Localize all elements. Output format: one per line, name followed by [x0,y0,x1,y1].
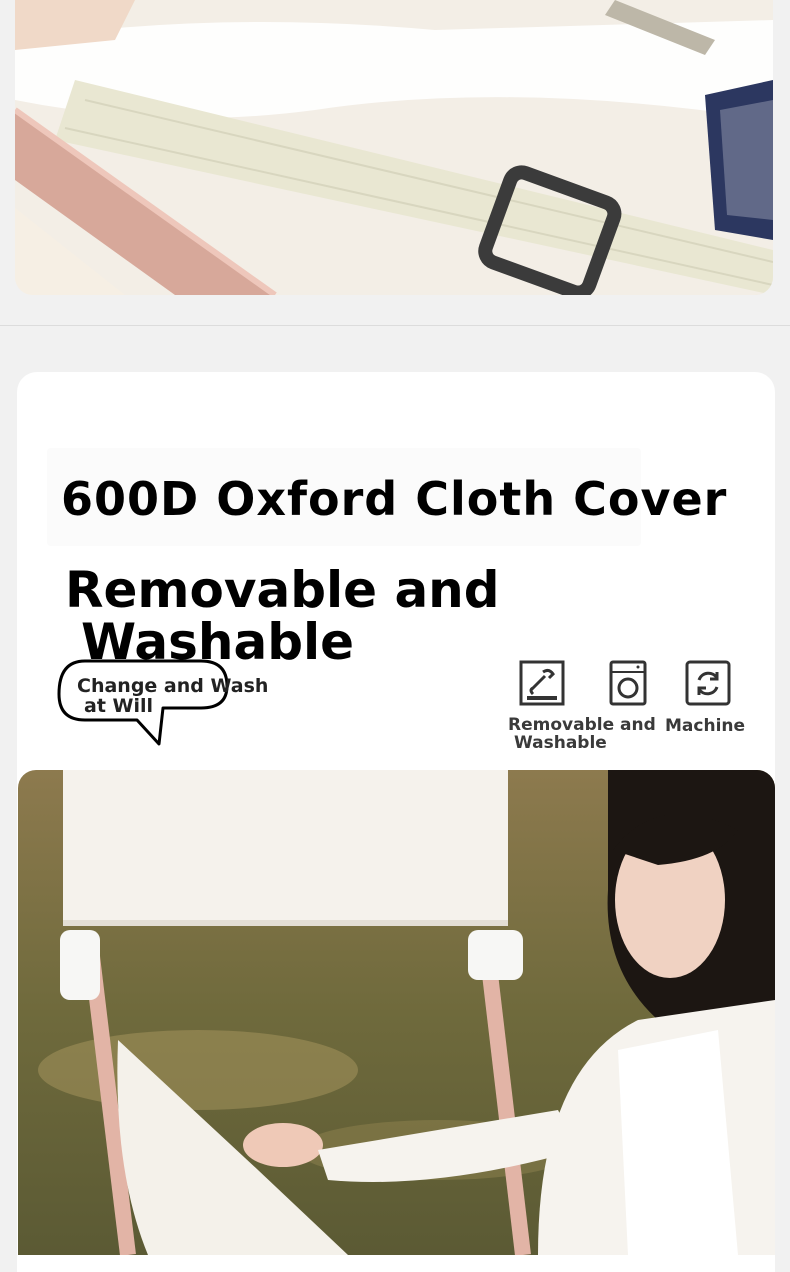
top-product-photo [15,0,773,295]
callout-line2: at Will [84,695,154,717]
section-divider [0,325,790,326]
feature-subtitle: Removable and Washable [65,564,525,668]
detachable-icon [519,660,565,706]
lifestyle-photo [18,770,775,1255]
feature-label-line2: Washable [514,733,607,753]
page-title: 600D Oxford Cloth Cover [61,472,728,526]
washing-machine-icon [609,660,647,706]
callout-line1: Change and Wash [77,675,269,697]
feature-label-machine: Machine [665,716,746,736]
feature-label-line1: Removable and [508,715,656,735]
callout-text: Change and Wash at Will [77,676,277,716]
chair-strap-illustration [15,0,773,295]
woman-with-chair-illustration [18,770,775,1255]
refresh-icon [685,660,731,706]
subtitle-line1: Removable and [65,561,500,619]
